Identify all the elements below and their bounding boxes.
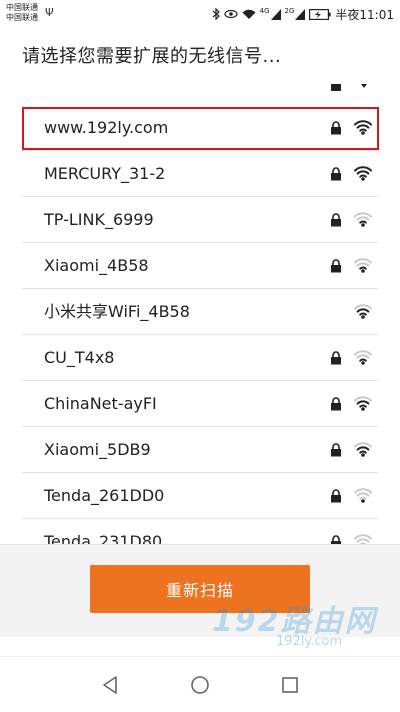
recent-square-icon[interactable] — [280, 675, 300, 695]
dialog-title: 请选择您需要扩展的无线信号... — [22, 46, 282, 67]
partial-list-row — [22, 84, 378, 100]
wifi-signal-icon — [354, 488, 372, 503]
wifi-network-row[interactable]: ChinaNet-ayFI — [22, 381, 378, 427]
wifi-ssid-label: Tenda_261DD0 — [44, 486, 165, 505]
network-type-1: 4G — [259, 7, 270, 15]
wifi-network-row[interactable]: 小米共享WiFi_4B58 — [22, 289, 378, 335]
lock-icon — [331, 351, 341, 365]
eye-icon — [224, 9, 238, 19]
carrier-labels: 中国联通 中国联通 — [6, 3, 38, 23]
system-nav-bar — [0, 656, 400, 712]
wifi-network-row[interactable]: TP-LINK_6999 — [22, 197, 378, 243]
wifi-ssid-label: TP-LINK_6999 — [44, 210, 154, 229]
lock-icon — [331, 397, 341, 411]
status-icons: 4G 2G 半夜11:01 — [212, 6, 394, 22]
wifi-status-icon — [242, 9, 256, 19]
wifi-network-list[interactable]: www.192ly.com MERCURY_31-2 TP-LINK_6999 Xia… — [0, 84, 400, 544]
bluetooth-icon — [212, 8, 220, 20]
wifi-signal-icon — [354, 396, 372, 411]
status-time: 半夜11:01 — [335, 7, 394, 22]
usb-icon: Ψ — [45, 6, 54, 19]
signal-2-icon — [295, 8, 306, 20]
bottom-action-area: 重新扫描 — [0, 544, 400, 637]
lock-icon — [331, 259, 341, 273]
carrier-2-label: 中国联通 — [6, 13, 38, 22]
status-bar: 中国联通 中国联通 Ψ 4G 2G 半夜11:01 — [0, 0, 400, 28]
lock-icon — [331, 213, 341, 227]
wifi-network-row[interactable]: Tenda_261DD0 — [22, 473, 378, 519]
signal-1-icon — [270, 8, 281, 20]
wifi-signal-icon — [354, 350, 372, 365]
wifi-ssid-label: Tenda_231D80 — [44, 532, 163, 544]
wifi-ssid-label: Xiaomi_4B58 — [44, 256, 149, 275]
carrier-1-label: 中国联通 — [6, 3, 38, 12]
lock-icon — [331, 535, 341, 544]
wifi-ssid-label: CU_T4x8 — [44, 348, 115, 367]
back-triangle-icon[interactable] — [100, 675, 120, 695]
wifi-network-row[interactable]: CU_T4x8 — [22, 335, 378, 381]
wifi-signal-icon — [354, 166, 372, 181]
wifi-ssid-label: Xiaomi_5DB9 — [44, 440, 151, 459]
wifi-signal-icon — [354, 442, 372, 457]
wifi-ssid-label: MERCURY_31-2 — [44, 164, 166, 183]
wifi-signal-icon — [354, 534, 372, 544]
rescan-button[interactable]: 重新扫描 — [90, 565, 310, 613]
home-circle-icon[interactable] — [190, 675, 210, 695]
lock-icon — [331, 84, 341, 91]
battery-charging-icon — [309, 8, 332, 20]
wifi-ssid-label: 小米共享WiFi_4B58 — [44, 302, 190, 321]
network-type-2: 2G — [284, 7, 295, 15]
wifi-signal-icon — [354, 258, 372, 273]
wifi-ssid-label: ChinaNet-ayFI — [44, 394, 157, 413]
highlight-box — [22, 107, 379, 150]
lock-icon — [331, 167, 341, 181]
wifi-signal-icon — [361, 84, 367, 88]
wifi-network-row[interactable]: Xiaomi_4B58 — [22, 243, 378, 289]
wifi-network-row[interactable]: Xiaomi_5DB9 — [22, 427, 378, 473]
wifi-network-row[interactable]: Tenda_231D80 — [22, 519, 378, 544]
wifi-signal-icon — [354, 304, 372, 319]
wifi-network-row[interactable]: MERCURY_31-2 — [22, 151, 378, 197]
wifi-signal-icon — [354, 212, 372, 227]
lock-icon — [331, 489, 341, 503]
lock-icon — [331, 443, 341, 457]
